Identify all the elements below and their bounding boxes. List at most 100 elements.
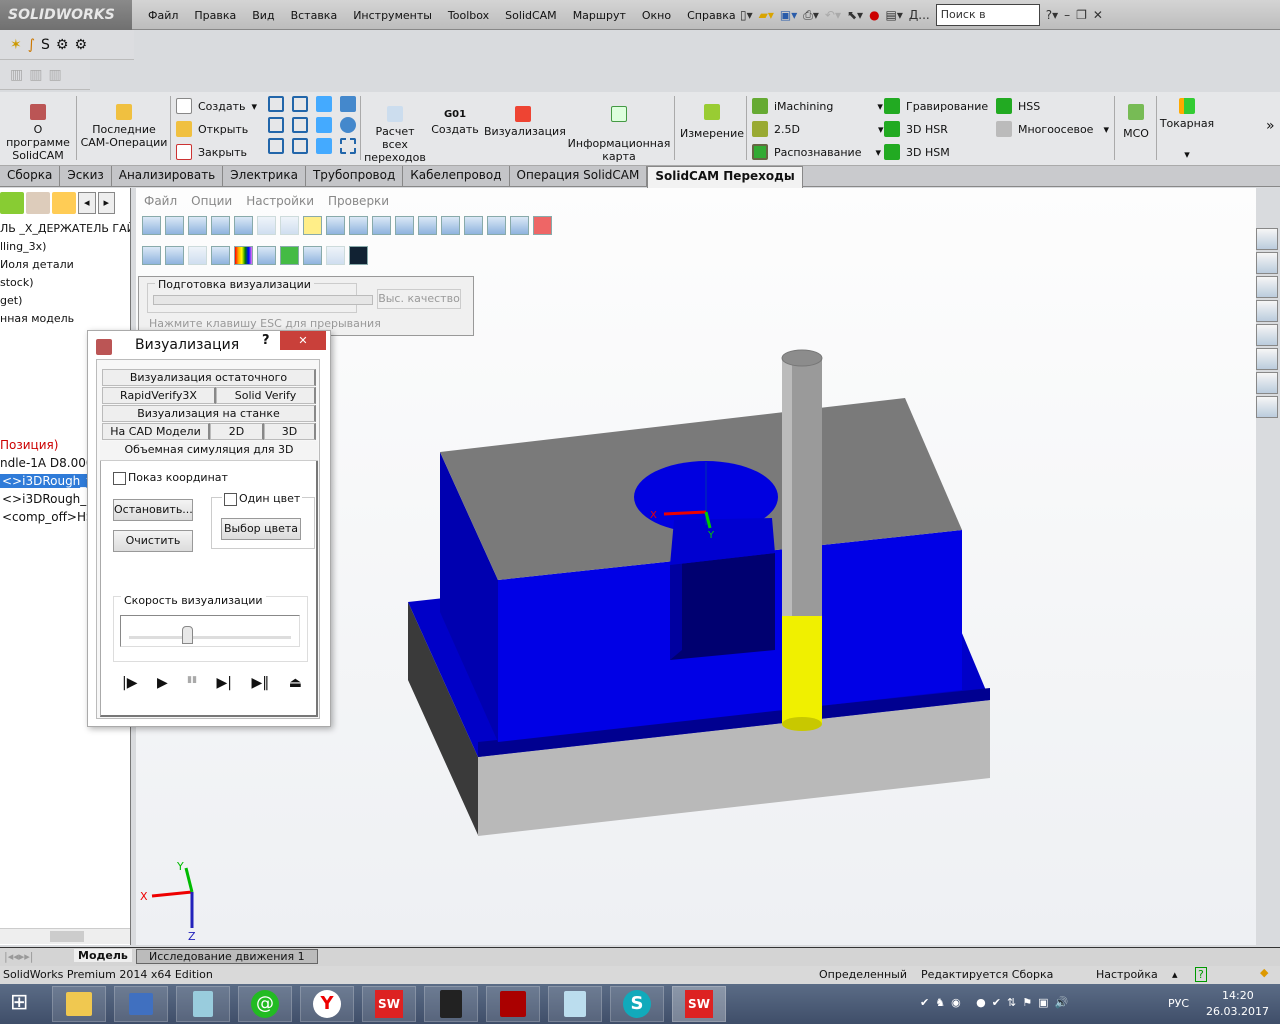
help-icon[interactable]: ?▾: [1046, 8, 1058, 22]
home-icon[interactable]: [1256, 228, 1278, 250]
multiaxis-button[interactable]: Многоосевое ▾: [996, 121, 1109, 137]
tree-item[interactable]: get): [0, 294, 22, 307]
solidworks-active-taskbar-icon[interactable]: SW: [672, 986, 726, 1022]
new-icon[interactable]: ▯▾: [740, 8, 753, 22]
wizard-icon[interactable]: ✶: [10, 37, 22, 53]
toolbox-icon[interactable]: [1256, 372, 1278, 394]
tab-solidverify[interactable]: Solid Verify: [216, 387, 316, 404]
cube-icon[interactable]: [316, 138, 332, 154]
app-taskbar-icon[interactable]: [424, 986, 478, 1022]
tab-cabling[interactable]: Кабелепровод: [403, 166, 510, 186]
tab-evaluate[interactable]: Анализировать: [111, 166, 224, 186]
tray-icons[interactable]: ✔♞◉ ●✔⇅⚑▣🔊: [920, 996, 1074, 1009]
tree-item[interactable]: Позиция): [0, 438, 58, 452]
tree-item[interactable]: <>i3DRough_r: [0, 492, 91, 506]
tab-rapidverify[interactable]: RapidVerify3X: [102, 387, 216, 404]
close-button[interactable]: ✕: [280, 331, 326, 350]
tab-electrical[interactable]: Электрика: [223, 166, 306, 186]
cube-icon[interactable]: [292, 96, 308, 112]
appearance-icon[interactable]: [1256, 324, 1278, 346]
slider-thumb[interactable]: [182, 626, 194, 644]
pick-color-button[interactable]: Выбор цвета: [221, 518, 301, 540]
simulation-button[interactable]: Визуализация: [484, 106, 566, 138]
menu-view[interactable]: Вид: [244, 9, 282, 22]
tool-icon-1[interactable]: ▥: [10, 67, 23, 83]
create-button[interactable]: Создать ▾: [176, 98, 257, 114]
expand-icon[interactable]: ▴: [1172, 968, 1178, 981]
pipe-icon[interactable]: ∫: [28, 37, 35, 53]
next-icon[interactable]: ▶|: [217, 675, 232, 691]
menu-route[interactable]: Маршрут: [565, 9, 634, 22]
menu-tools[interactable]: Инструменты: [345, 9, 440, 22]
scroll-left-icon[interactable]: ◂: [78, 192, 96, 214]
close-window-icon[interactable]: ✕: [1093, 8, 1103, 22]
clock-time[interactable]: 14:20: [1222, 989, 1254, 1002]
tab-motion-study[interactable]: Исследование движения 1: [136, 949, 318, 964]
hss-button[interactable]: HSS: [996, 98, 1040, 114]
menu-file[interactable]: Файл: [140, 9, 186, 22]
show-coords-checkbox[interactable]: Показ координат: [113, 471, 228, 485]
more-label[interactable]: Д...: [909, 8, 930, 22]
remote-desktop-taskbar-icon[interactable]: [114, 986, 168, 1022]
recognition-button[interactable]: Распознавание ▾: [752, 144, 881, 160]
calculator-taskbar-icon[interactable]: [176, 986, 230, 1022]
turning-button[interactable]: Токарная ▾: [1158, 98, 1216, 161]
mco-button[interactable]: MCO: [1118, 104, 1154, 140]
config-manager-icon[interactable]: [52, 192, 76, 214]
clock-date[interactable]: 26.03.2017: [1206, 1005, 1269, 1018]
open-button[interactable]: Открыть: [176, 121, 248, 137]
printer-icon[interactable]: [340, 96, 356, 112]
select-icon[interactable]: ⬉▾: [847, 8, 863, 22]
cube-icon[interactable]: [268, 96, 284, 112]
one-color-checkbox[interactable]: Один цвет: [222, 492, 303, 506]
3d-hsm-button[interactable]: 3D HSM: [884, 144, 950, 160]
cube-icon[interactable]: [292, 117, 308, 133]
menu-toolbox[interactable]: Toolbox: [440, 9, 497, 22]
print-icon[interactable]: ⎙▾: [803, 8, 819, 23]
tree-item[interactable]: ЛЬ _X_ДЕРЖАТЕЛЬ ГАЙК: [0, 222, 130, 235]
tree-item[interactable]: нная модель: [0, 312, 74, 325]
next-operation-icon[interactable]: ▶‖: [251, 675, 269, 691]
tab-solidcam-operations[interactable]: SolidCAM Переходы: [647, 166, 803, 188]
tree-item[interactable]: lling_3x): [0, 240, 46, 253]
options-icon[interactable]: ▤▾: [886, 8, 903, 22]
properties-icon[interactable]: [1256, 348, 1278, 370]
tab-solidcam-operation[interactable]: Операция SolidCAM: [509, 166, 648, 186]
expand-chevron-icon[interactable]: »: [1266, 118, 1275, 134]
tab-3d[interactable]: 3D: [264, 423, 316, 440]
explorer-icon[interactable]: [1256, 276, 1278, 298]
close-button[interactable]: Закрыть: [176, 144, 247, 160]
menu-window[interactable]: Окно: [634, 9, 679, 22]
help-button[interactable]: ?: [262, 333, 270, 348]
step-forward-icon[interactable]: |▶: [122, 675, 137, 691]
save-icon[interactable]: ▣▾: [780, 8, 797, 22]
tab-assembly[interactable]: Сборка: [0, 166, 61, 186]
mail-agent-taskbar-icon[interactable]: @: [238, 986, 292, 1022]
tool-icon-2[interactable]: ▥: [29, 67, 42, 83]
cable-icon[interactable]: ⚙: [56, 37, 69, 53]
tab-solid-3d[interactable]: Объемная симуляция для 3D: [100, 441, 318, 461]
info-card-button[interactable]: Информационная карта: [566, 106, 672, 163]
recent-operations-button[interactable]: Последние CAM-Операции: [80, 104, 168, 149]
stop-button[interactable]: Остановить...: [113, 499, 193, 521]
operations-icon[interactable]: [1256, 396, 1278, 418]
library-icon[interactable]: [1256, 252, 1278, 274]
gcode-create-button[interactable]: G01 Создать: [430, 108, 480, 136]
tag-icon[interactable]: ◆: [1260, 966, 1268, 979]
transform-icon[interactable]: [340, 138, 356, 154]
clear-button[interactable]: Очистить: [113, 530, 193, 552]
custom-menu[interactable]: Настройка: [1096, 968, 1158, 981]
tab-piping[interactable]: Трубопровод: [305, 166, 404, 186]
speed-slider[interactable]: [120, 615, 300, 647]
notepad-taskbar-icon[interactable]: [548, 986, 602, 1022]
engraving-button[interactable]: Гравирование: [884, 98, 988, 114]
cube-icon[interactable]: [316, 117, 332, 133]
scroll-right-icon[interactable]: ▸: [97, 192, 116, 214]
play-icon[interactable]: ▶: [157, 675, 168, 691]
about-button[interactable]: О программе SolidCAM: [6, 104, 70, 162]
tree-item[interactable]: stock): [0, 276, 33, 289]
tab-sketch[interactable]: Эскиз: [60, 166, 112, 186]
calculate-all-button[interactable]: Расчет всех переходов: [364, 106, 426, 164]
tree-item[interactable]: ndle-1A D8.000: [0, 456, 94, 470]
rebuild-icon[interactable]: ●: [869, 8, 879, 22]
